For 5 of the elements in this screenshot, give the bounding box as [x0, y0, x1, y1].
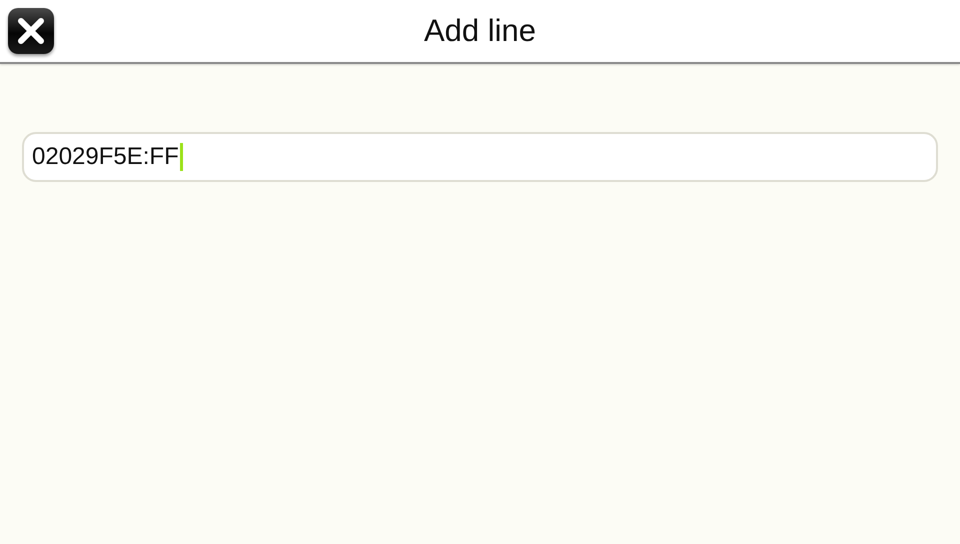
close-icon: [16, 16, 46, 46]
screen-title: Add line: [424, 13, 536, 49]
input-field[interactable]: 02029F5E:FF: [22, 132, 938, 182]
close-button[interactable]: [8, 8, 54, 54]
text-cursor-icon: [180, 143, 183, 171]
